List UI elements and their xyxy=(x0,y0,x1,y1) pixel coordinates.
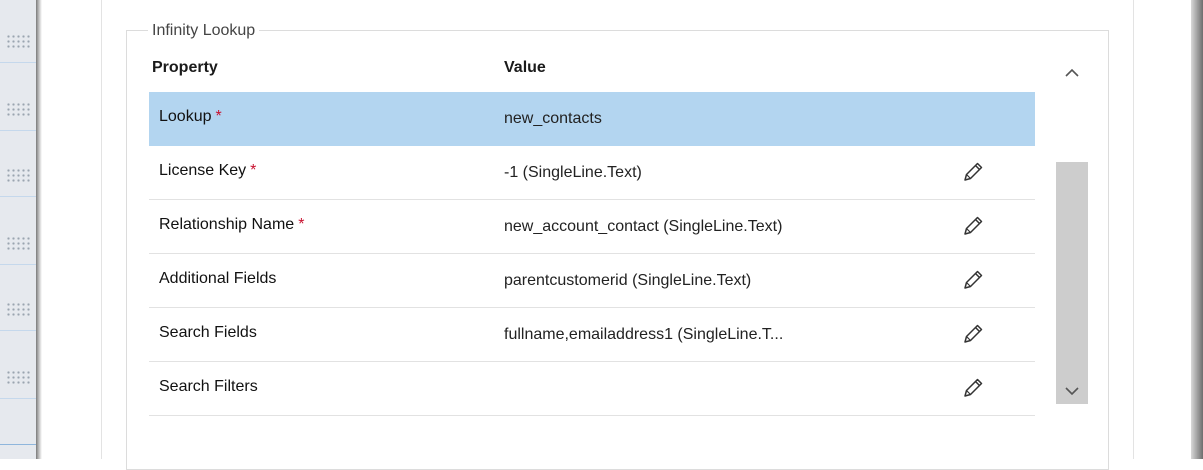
property-name: Lookup * xyxy=(159,108,222,126)
scroll-thumb[interactable] xyxy=(1056,162,1088,404)
required-marker: * xyxy=(250,162,257,179)
panel-shadow xyxy=(36,0,42,459)
divider xyxy=(0,130,36,131)
property-name: License Key * xyxy=(159,162,256,180)
edit-button[interactable] xyxy=(961,322,985,346)
divider xyxy=(0,62,36,63)
property-label: Search Filters xyxy=(159,378,258,395)
property-value: fullname,emailaddress1 (SingleLine.T... xyxy=(504,326,784,343)
property-row[interactable]: Search Fields fullname,emailaddress1 (Sin… xyxy=(149,308,1035,362)
divider xyxy=(0,330,36,331)
grip-dots xyxy=(6,370,32,384)
chevron-up-icon xyxy=(1065,68,1079,77)
column-header-value: Value xyxy=(504,59,546,76)
grip-dots xyxy=(6,34,32,48)
property-label: Relationship Name xyxy=(159,216,295,233)
grip-dots xyxy=(6,168,32,182)
divider xyxy=(0,444,36,445)
column-header-property: Property xyxy=(152,59,218,76)
property-value: new_contacts xyxy=(504,110,602,127)
property-name: Additional Fields xyxy=(159,270,276,288)
divider xyxy=(0,398,36,399)
edit-button[interactable] xyxy=(961,268,985,292)
pencil-icon xyxy=(964,378,983,397)
pencil-icon xyxy=(964,324,983,343)
grip-dots xyxy=(6,302,32,316)
edit-button[interactable] xyxy=(961,376,985,400)
scroll-up-button[interactable] xyxy=(1056,54,1088,92)
vertical-scrollbar[interactable] xyxy=(1056,54,1088,410)
divider xyxy=(0,196,36,197)
property-label: Search Fields xyxy=(159,324,257,341)
grid-header: Property Value xyxy=(149,54,1035,92)
property-value: parentcustomerid (SingleLine.Text) xyxy=(504,272,752,289)
property-row[interactable]: Additional Fields parentcustomerid (Singl… xyxy=(149,254,1035,308)
property-grid: Property Value Lookup * new_contacts Licens… xyxy=(149,54,1035,416)
divider xyxy=(0,264,36,265)
edit-button[interactable] xyxy=(961,160,985,184)
right-panel-edge xyxy=(1191,0,1203,459)
property-label: Additional Fields xyxy=(159,270,277,287)
panel-border-right xyxy=(1133,0,1134,459)
property-name: Relationship Name * xyxy=(159,216,304,234)
property-value: -1 (SingleLine.Text) xyxy=(504,164,642,181)
required-marker: * xyxy=(298,216,305,233)
property-name: Search Fields xyxy=(159,324,257,342)
property-name: Search Filters xyxy=(159,378,258,396)
scroll-track[interactable] xyxy=(1056,92,1088,404)
property-row[interactable]: License Key * -1 (SingleLine.Text) xyxy=(149,146,1035,200)
edit-button[interactable] xyxy=(961,214,985,238)
grip-dots xyxy=(6,236,32,250)
property-row[interactable]: Search Filters xyxy=(149,362,1035,416)
pencil-icon xyxy=(964,162,983,181)
property-row[interactable]: Lookup * new_contacts xyxy=(149,92,1035,146)
pencil-icon xyxy=(964,270,983,289)
required-marker: * xyxy=(215,108,222,125)
chevron-down-icon xyxy=(1065,387,1079,396)
property-label: License Key xyxy=(159,162,247,179)
group-title: Infinity Lookup xyxy=(148,22,260,40)
grip-dots xyxy=(6,102,32,116)
scroll-down-button[interactable] xyxy=(1056,372,1088,410)
property-value: new_account_contact (SingleLine.Text) xyxy=(504,218,783,235)
left-panel-strip xyxy=(0,0,36,459)
property-row[interactable]: Relationship Name * new_account_contact (S… xyxy=(149,200,1035,254)
panel-border-left xyxy=(101,0,102,459)
pencil-icon xyxy=(964,216,983,235)
property-label: Lookup xyxy=(159,108,212,125)
